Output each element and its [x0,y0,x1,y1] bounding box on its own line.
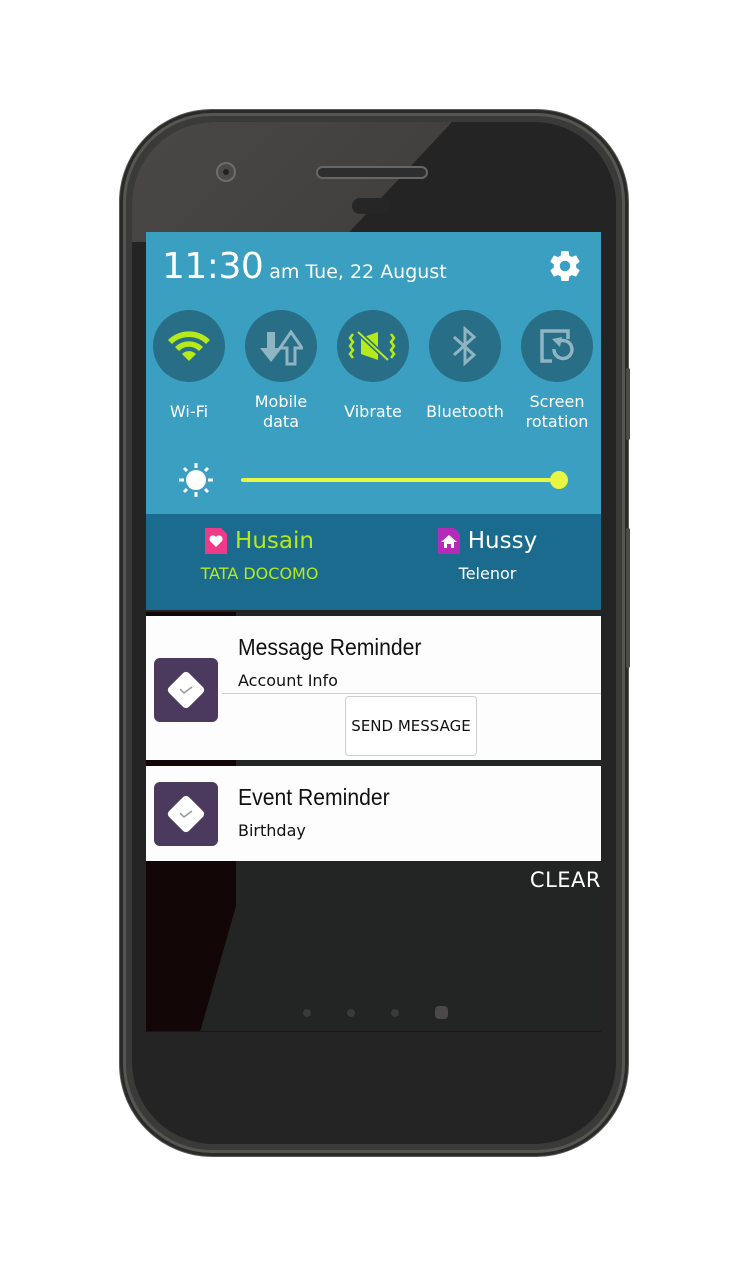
quick-toggles: Wi-Fi Mobile data Vibrate Bluetooth Scre… [146,310,601,440]
notification-subtitle: Account Info [238,671,338,690]
power-button [626,368,630,440]
toggle-wifi[interactable]: Wi-Fi [146,310,235,422]
clock-time: 11:30 [162,246,264,287]
divider [222,693,601,694]
sim-2[interactable]: Hussy Telenor [374,528,601,583]
wifi-icon [168,331,210,361]
proximity-sensor [352,198,390,214]
clock-date: 11:30 am Tue, 22 August [162,246,447,287]
sun-icon [179,463,213,497]
toggle-mobile-data[interactable]: Mobile data [235,310,327,432]
page-dot-active[interactable] [435,1006,448,1019]
notification-shade: 11:30 am Tue, 22 August Wi-Fi Mobile dat… [146,232,601,1032]
toggle-label: Wi-Fi [169,402,209,421]
sim-name: Husain [235,528,314,554]
notification-message-reminder[interactable]: Message Reminder Account Info SEND MESSA… [146,616,601,760]
sim-heart-icon [205,528,228,554]
notification-title: Event Reminder [238,784,390,810]
page-dot[interactable] [303,1009,311,1017]
volume-button [626,528,630,668]
quick-settings-panel: 11:30 am Tue, 22 August Wi-Fi Mobile dat… [146,232,601,514]
toggle-label: Bluetooth [426,402,504,421]
sim-carrier: TATA DOCOMO [200,564,319,583]
screen-rotation-icon [540,329,574,363]
page-dot[interactable] [391,1009,399,1017]
sim-carrier: Telenor [458,564,517,583]
reminder-app-icon [154,658,218,722]
screen-bottom-edge [146,1031,601,1032]
send-message-button[interactable]: SEND MESSAGE [345,696,477,756]
clear-button[interactable]: CLEAR [530,868,601,892]
sim-selector: Husain TATA DOCOMO Hussy Telenor [146,514,601,610]
sim-1[interactable]: Husain TATA DOCOMO [146,528,373,583]
earpiece-speaker [318,168,426,177]
toggle-bluetooth[interactable]: Bluetooth [419,310,511,422]
notification-event-reminder[interactable]: Event Reminder Birthday [146,766,601,861]
toggle-vibrate[interactable]: Vibrate [327,310,419,422]
gear-icon[interactable] [547,248,583,284]
mobile-data-icon [260,329,303,366]
bezel-glare [132,122,452,242]
toggle-label: Screen rotation [525,392,589,431]
page-indicator [146,1006,601,1022]
notification-subtitle: Birthday [238,821,306,840]
reminder-app-icon [154,782,218,846]
page-dot[interactable] [347,1009,355,1017]
sim-home-icon [437,528,460,554]
front-camera [218,164,234,180]
notification-title: Message Reminder [238,634,422,660]
toggle-label: Mobile data [254,392,308,431]
bluetooth-icon [452,326,477,366]
brightness-slider[interactable] [241,478,559,482]
brightness-row [146,460,601,500]
sim-name: Hussy [467,528,538,554]
vibrate-icon [348,330,396,362]
toggle-screen-rotation[interactable]: Screen rotation [511,310,601,432]
date-text[interactable]: am Tue, 22 August [269,261,446,283]
brightness-slider-thumb[interactable] [550,471,568,489]
toggle-label: Vibrate [344,402,402,421]
